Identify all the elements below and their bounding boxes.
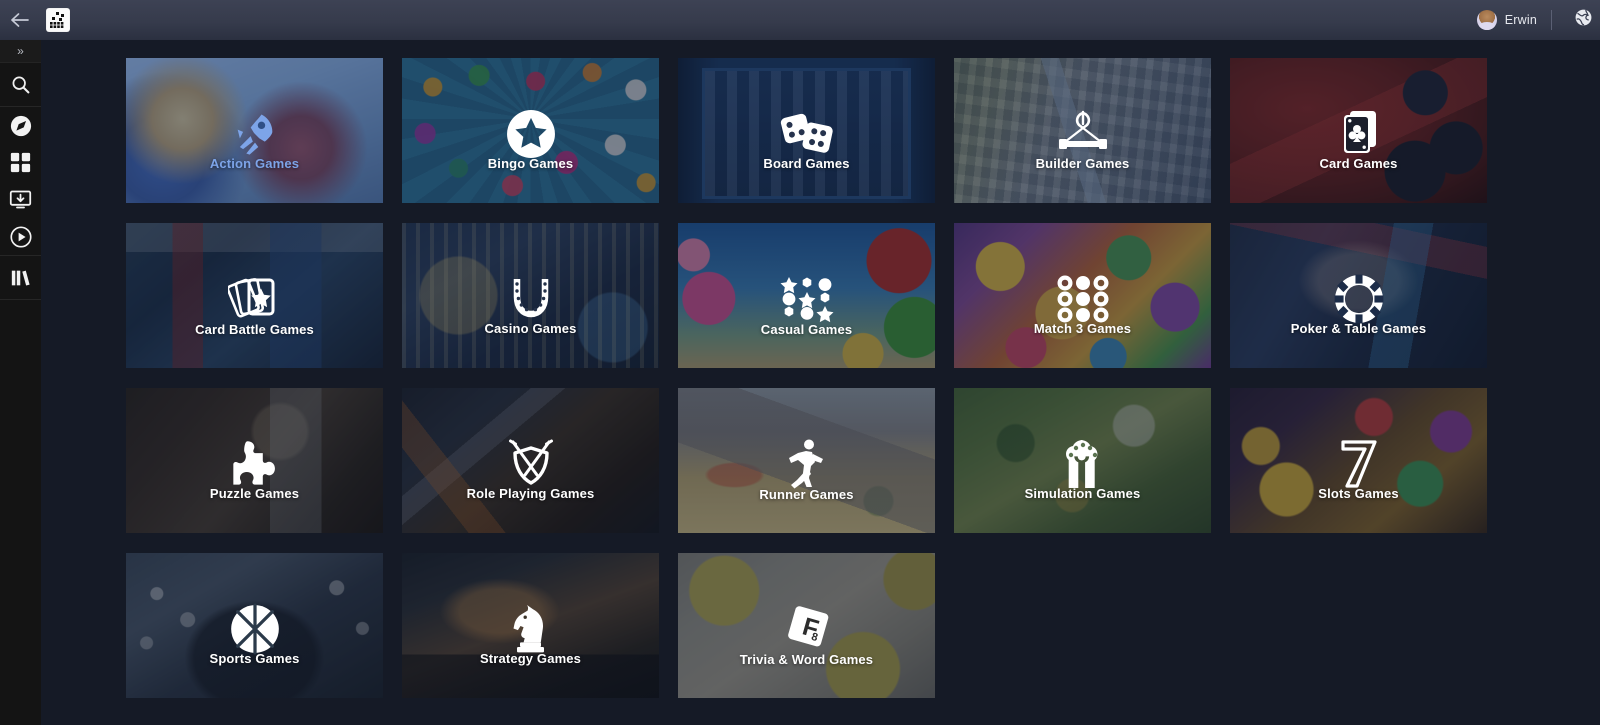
user-menu[interactable]: Erwin — [1476, 10, 1539, 30]
sidebar-group-search — [0, 63, 41, 107]
chess-knight-icon — [502, 600, 560, 658]
category-tile-poker-and-table-games[interactable]: Poker & Table Games — [1230, 223, 1487, 368]
sidebar-group-library — [0, 256, 41, 300]
crane-icon — [1054, 105, 1112, 163]
star-circle-icon — [502, 105, 560, 163]
category-tile-casual-games[interactable]: Casual Games — [678, 223, 935, 368]
language-button[interactable] — [1566, 0, 1600, 40]
search-icon — [10, 74, 31, 95]
tile-label: Role Playing Games — [466, 486, 595, 501]
tile-label: Card Battle Games — [195, 322, 314, 337]
sidebar-item-apps[interactable] — [0, 144, 41, 181]
username-label: Erwin — [1504, 13, 1537, 27]
shapes-grid-icon — [778, 270, 836, 328]
tree-icon — [1054, 435, 1112, 493]
tile-label: Casino Games — [484, 321, 577, 336]
category-tile-puzzle-games[interactable]: Puzzle Games — [126, 388, 383, 533]
content-area: Action Games Bingo Games Board Games Bui… — [41, 40, 1600, 725]
globe-icon — [1574, 8, 1593, 32]
category-tile-sports-games[interactable]: Sports Games — [126, 553, 383, 698]
tile-label: Runner Games — [759, 487, 854, 502]
playing-cards-icon — [1330, 105, 1388, 163]
sidebar-item-downloads[interactable] — [0, 181, 41, 218]
tile-label: Bingo Games — [487, 156, 574, 171]
category-tile-runner-games[interactable]: Runner Games — [678, 388, 935, 533]
tile-label: Simulation Games — [1024, 486, 1141, 501]
tile-label: Builder Games — [1035, 156, 1130, 171]
letter-tiles-icon: F 8 — [778, 600, 836, 658]
tile-label: Match 3 Games — [1033, 321, 1132, 336]
tile-label: Action Games — [209, 156, 300, 171]
category-tile-strategy-games[interactable]: Strategy Games — [402, 553, 659, 698]
play-circle-icon — [9, 225, 32, 248]
tile-label: Casual Games — [760, 322, 853, 337]
sidebar-item-discover[interactable] — [0, 107, 41, 144]
basketball-icon — [226, 600, 284, 658]
avatar — [1476, 10, 1497, 30]
sidebar-item-library[interactable] — [0, 256, 41, 299]
sidebar: » — [0, 40, 41, 725]
library-books-icon — [10, 267, 32, 289]
category-tile-builder-games[interactable]: Builder Games — [954, 58, 1211, 203]
sidebar-item-search[interactable] — [0, 63, 41, 106]
horseshoe-icon — [502, 270, 560, 328]
shield-swords-icon — [502, 435, 560, 493]
category-tile-bingo-games[interactable]: Bingo Games — [402, 58, 659, 203]
tile-label: Board Games — [763, 156, 850, 171]
puzzle-piece-icon — [226, 435, 284, 493]
poker-chip-icon — [1330, 270, 1388, 328]
category-tile-board-games[interactable]: Board Games — [678, 58, 935, 203]
dots-grid-icon — [1054, 270, 1112, 328]
category-tile-trivia-and-word-games[interactable]: F 8 Trivia & Word Games — [678, 553, 935, 698]
category-tile-action-games[interactable]: Action Games — [126, 58, 383, 203]
compass-icon — [10, 115, 32, 137]
tile-label: Sports Games — [209, 651, 300, 666]
card-star-icon — [226, 270, 284, 328]
category-tile-card-games[interactable]: Card Games — [1230, 58, 1487, 203]
tile-label: Trivia & Word Games — [739, 652, 874, 667]
tile-label: Strategy Games — [479, 651, 582, 666]
tile-label: Slots Games — [1318, 486, 1399, 501]
sidebar-expand-button[interactable]: » — [0, 40, 41, 63]
back-button[interactable] — [0, 0, 40, 40]
dice-icon — [778, 105, 836, 163]
grid-icon — [10, 152, 31, 173]
category-tile-role-playing-games[interactable]: Role Playing Games — [402, 388, 659, 533]
category-tile-card-battle-games[interactable]: Card Battle Games — [126, 223, 383, 368]
tile-label: Puzzle Games — [209, 486, 300, 501]
tile-label: Poker & Table Games — [1290, 321, 1427, 336]
sidebar-item-play[interactable] — [0, 218, 41, 255]
category-tile-simulation-games[interactable]: Simulation Games — [954, 388, 1211, 533]
category-tile-casino-games[interactable]: Casino Games — [402, 223, 659, 368]
titlebar: Erwin — [0, 0, 1600, 40]
category-grid: Action Games Bingo Games Board Games Bui… — [126, 58, 1488, 698]
app-logo-icon[interactable] — [46, 8, 70, 32]
back-arrow-icon — [10, 12, 30, 28]
running-man-icon — [778, 435, 836, 493]
seven-icon — [1330, 435, 1388, 493]
tile-label: Card Games — [1319, 156, 1398, 171]
category-tile-match-3-games[interactable]: Match 3 Games — [954, 223, 1211, 368]
download-to-computer-icon — [9, 188, 32, 211]
titlebar-divider — [1551, 10, 1552, 30]
category-tile-slots-games[interactable]: Slots Games — [1230, 388, 1487, 533]
rocket-icon — [226, 105, 284, 163]
sidebar-group-nav — [0, 107, 41, 256]
